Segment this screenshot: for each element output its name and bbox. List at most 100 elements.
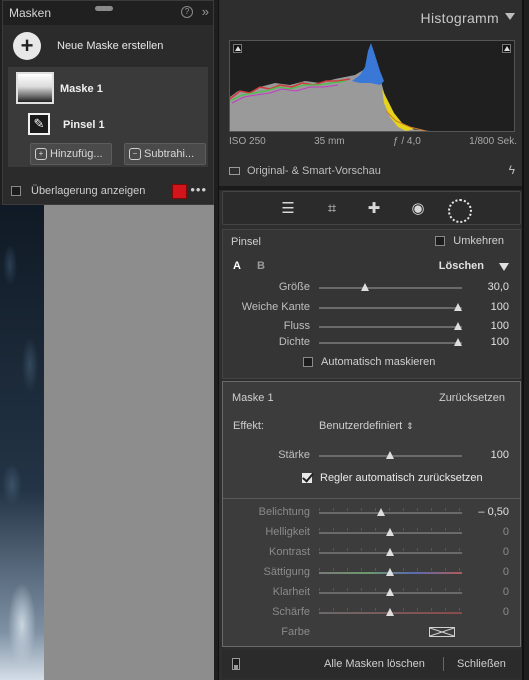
masks-panel: Masken ? » + Neue Maske erstellen Maske … (2, 0, 214, 205)
slider-value[interactable]: 100 (491, 301, 509, 313)
auto-reset-toggle[interactable]: Regler automatisch zurücksetzen (302, 472, 483, 484)
clear-all-masks-button[interactable]: Alle Masken löschen (324, 658, 425, 670)
close-button[interactable]: Schließen (457, 658, 506, 670)
crop-icon[interactable]: ⌗ (321, 198, 343, 220)
mask-name[interactable]: Maske 1 (60, 83, 103, 95)
sliders-icon[interactable]: ☰ (277, 198, 299, 220)
masks-titlebar[interactable]: Masken ? » (3, 1, 213, 25)
slider-knob[interactable] (386, 548, 394, 556)
redeye-icon[interactable]: ◉ (407, 198, 429, 220)
slider-track[interactable] (319, 326, 462, 328)
slider-exposure[interactable]: Belichtung – 0,50 (223, 505, 522, 521)
highlight-clip-icon[interactable] (502, 44, 511, 53)
invert-checkbox[interactable] (435, 236, 446, 246)
color-swatch[interactable] (429, 627, 455, 637)
slider-value[interactable]: 0 (503, 526, 509, 538)
shutter-value: 1/800 Sek. (469, 136, 517, 147)
slider-clarity[interactable]: Klarheit 0 (223, 585, 522, 601)
slider-size[interactable]: Größe 30,0 (223, 280, 522, 296)
invert-label: Umkehren (453, 235, 504, 247)
histogram-header[interactable]: Histogramm (219, 0, 523, 34)
erase-label[interactable]: Löschen (439, 260, 484, 272)
iso-value: ISO 250 (229, 136, 266, 147)
brush-dropdown-icon[interactable] (499, 263, 509, 271)
add-button[interactable]: + Hinzufüg... (30, 143, 112, 165)
slider-value[interactable]: – 0,50 (478, 506, 509, 518)
slider-value[interactable]: 100 (491, 449, 509, 461)
slider-density[interactable]: Dichte 100 (223, 335, 522, 351)
slider-track[interactable] (319, 307, 462, 309)
help-icon[interactable]: ? (181, 6, 193, 18)
shadow-clip-icon[interactable] (233, 44, 242, 53)
panel-footer: Alle Masken löschen Schließen (222, 650, 521, 678)
slider-value[interactable]: 0 (503, 546, 509, 558)
effect-dropdown[interactable]: Benutzerdefiniert ⇕ (319, 420, 414, 432)
brush-tabs: AB (233, 260, 265, 272)
more-options-icon[interactable]: ••• (190, 182, 207, 197)
mask-icon[interactable] (447, 198, 472, 223)
tab-b[interactable]: B (257, 260, 265, 272)
auto-mask-label: Automatisch maskieren (321, 356, 436, 368)
slider-value[interactable]: 30,0 (488, 281, 509, 293)
tab-a[interactable]: A (233, 260, 241, 272)
slider-track[interactable] (319, 342, 462, 344)
healing-icon[interactable]: ✚ (363, 198, 385, 220)
overlay-label: Überlagerung anzeigen (31, 185, 146, 197)
brush-name[interactable]: Pinsel 1 (63, 119, 105, 131)
slider-contrast[interactable]: Kontrast 0 (223, 545, 522, 561)
slider-amount[interactable]: Stärke 100 (223, 448, 522, 464)
brush-icon[interactable]: ✎ (28, 113, 50, 135)
slider-brightness[interactable]: Helligkeit 0 (223, 525, 522, 541)
subtract-label: Subtrahi... (144, 148, 195, 160)
drag-grip-icon[interactable] (95, 6, 113, 11)
slider-knob[interactable] (377, 508, 385, 516)
collapse-icon[interactable]: » (202, 4, 209, 19)
overlay-checkbox[interactable] (11, 186, 21, 196)
image-canvas[interactable] (0, 205, 214, 680)
plus-icon: + (13, 32, 41, 60)
slider-knob[interactable] (386, 451, 394, 459)
slider-track[interactable] (319, 287, 462, 289)
mask-overlay (44, 205, 214, 680)
right-panel: Histogramm ISO 250 35 mm ƒ / 4,0 1/800 S… (218, 0, 524, 680)
slider-knob[interactable] (361, 283, 369, 291)
slider-knob[interactable] (454, 322, 462, 330)
auto-mask-checkbox[interactable] (303, 357, 313, 367)
overlay-color-swatch[interactable] (172, 184, 187, 199)
slider-value[interactable]: 100 (491, 320, 509, 332)
slider-sharpness[interactable]: Schärfe 0 (223, 605, 522, 621)
exif-info: ISO 250 35 mm ƒ / 4,0 1/800 Sek. (229, 136, 517, 147)
slider-value[interactable]: 0 (503, 606, 509, 618)
slider-knob[interactable] (386, 608, 394, 616)
add-icon: + (35, 148, 47, 160)
reset-button[interactable]: Zurücksetzen (439, 392, 505, 404)
slider-track[interactable] (319, 512, 462, 514)
slider-label: Stärke (278, 449, 310, 461)
panel-toggle-icon[interactable] (232, 658, 240, 670)
auto-mask-toggle[interactable]: Automatisch maskieren (303, 356, 435, 368)
slider-label: Weiche Kante (241, 301, 310, 313)
slider-knob[interactable] (454, 338, 462, 346)
slider-value[interactable]: 0 (503, 566, 509, 578)
slider-knob[interactable] (386, 568, 394, 576)
slider-knob[interactable] (386, 528, 394, 536)
mask-thumbnail[interactable] (16, 72, 54, 104)
slider-value[interactable]: 0 (503, 586, 509, 598)
preview-row[interactable]: Original- & Smart-Vorschau ϟ (229, 160, 517, 182)
collapse-triangle-icon[interactable] (505, 13, 515, 20)
slider-ticks (319, 508, 462, 511)
slider-value[interactable]: 100 (491, 336, 509, 348)
slider-saturation[interactable]: Sättigung 0 (223, 565, 522, 581)
tool-strip: ☰ ⌗ ✚ ◉ (222, 191, 521, 225)
slider-flow[interactable]: Fluss 100 (223, 319, 522, 335)
slider-label: Klarheit (272, 586, 310, 598)
slider-knob[interactable] (386, 588, 394, 596)
invert-toggle[interactable]: Umkehren (435, 235, 504, 247)
subtract-button[interactable]: − Subtrahi... (124, 143, 206, 165)
slider-feather[interactable]: Weiche Kante 100 (223, 300, 522, 316)
slider-knob[interactable] (454, 303, 462, 311)
slider-label: Schärfe (272, 606, 310, 618)
smart-preview-bolt-icon[interactable]: ϟ (509, 163, 515, 177)
auto-reset-checkbox[interactable] (302, 473, 312, 483)
new-mask-button[interactable]: + Neue Maske erstellen (3, 25, 213, 67)
